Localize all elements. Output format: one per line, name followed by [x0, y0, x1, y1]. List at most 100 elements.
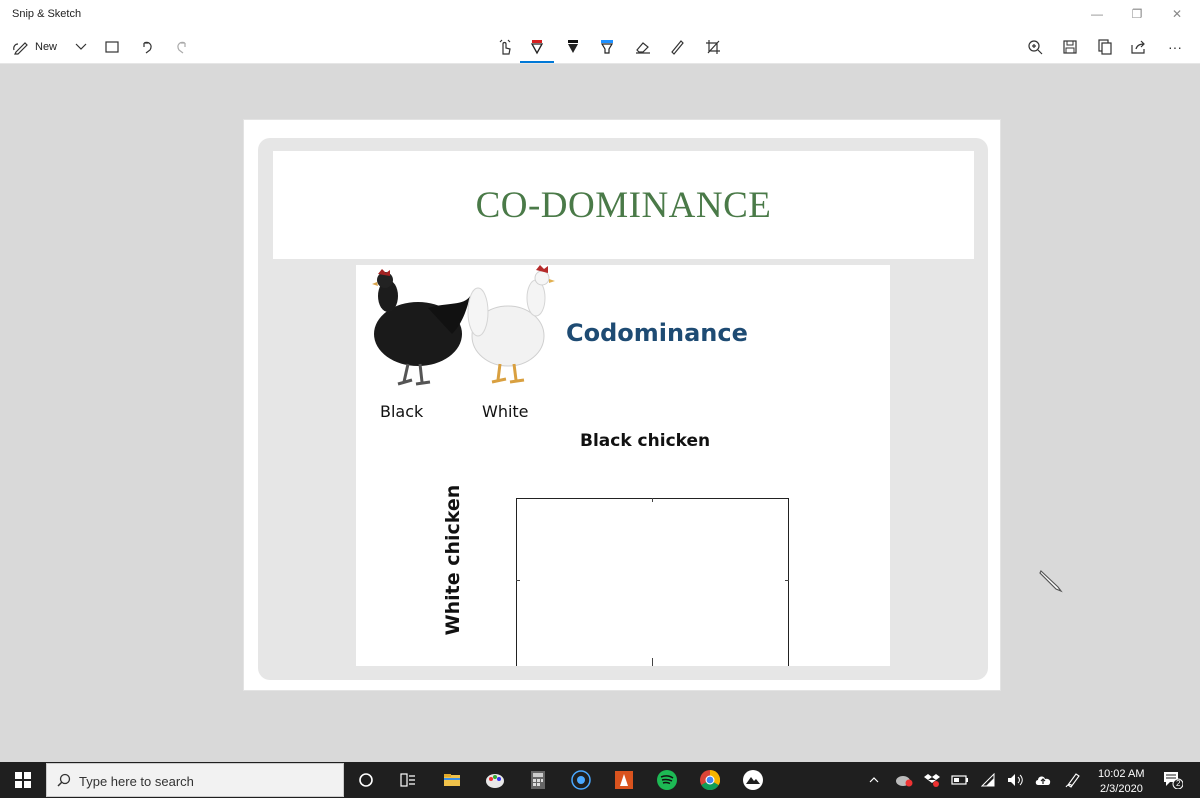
search-input[interactable]: Type here to search: [79, 774, 194, 789]
slide-title: CO-DOMINANCE: [475, 185, 772, 226]
redo-button[interactable]: [172, 34, 192, 60]
more-options-button[interactable]: ···: [1162, 34, 1188, 60]
black-label: Black: [380, 402, 424, 421]
antivirus-icon: [896, 776, 913, 787]
chrome-icon: [700, 770, 720, 790]
battery-icon: [951, 775, 968, 785]
volume-tray-button[interactable]: [1004, 767, 1026, 793]
file-explorer-icon: [444, 774, 460, 786]
clock-time: 10:02 AM: [1098, 768, 1145, 780]
minimize-button[interactable]: —: [1080, 3, 1114, 25]
vlc-button[interactable]: [611, 767, 637, 793]
taskbar-search-box[interactable]: Type here to search: [46, 763, 344, 797]
copy-button[interactable]: [1094, 34, 1116, 60]
calculator-button[interactable]: [525, 767, 551, 793]
new-snip-button[interactable]: New: [12, 34, 57, 60]
cortana-icon: [359, 773, 373, 787]
eraser-icon: [636, 42, 650, 54]
active-tool-indicator: [520, 61, 554, 63]
codominance-heading: Codominance: [566, 319, 748, 347]
media-icon: [571, 770, 591, 790]
pen-icon: [1065, 773, 1080, 788]
crop-icon: [706, 40, 720, 54]
photos-button[interactable]: [740, 767, 766, 793]
minimize-icon: —: [1091, 7, 1103, 21]
antivirus-tray-button[interactable]: [893, 767, 915, 793]
new-dropdown-button[interactable]: [72, 34, 90, 60]
paint-button[interactable]: [482, 767, 508, 793]
onedrive-icon: [1035, 776, 1051, 785]
title-bar: Snip & Sketch — ❐ ✕: [0, 0, 1200, 30]
undo-icon: [143, 41, 152, 54]
black-chicken-label: Black chicken: [580, 431, 711, 451]
media-player-button[interactable]: [568, 767, 594, 793]
save-icon: [1063, 40, 1077, 54]
chrome-button[interactable]: [697, 767, 723, 793]
onedrive-tray-button[interactable]: [1032, 767, 1054, 793]
cortana-button[interactable]: [353, 767, 379, 793]
volume-icon: [1008, 774, 1023, 786]
crop-button[interactable]: [702, 34, 724, 60]
start-button[interactable]: [0, 762, 46, 798]
battery-tray-button[interactable]: [949, 767, 971, 793]
search-icon: [57, 773, 71, 787]
task-view-icon: [400, 773, 415, 787]
snip-pencil-icon: [13, 42, 28, 55]
ballpoint-pen-button[interactable]: [526, 34, 548, 60]
highlighter-icon: [600, 40, 614, 54]
ballpoint-color-swatch: [532, 40, 542, 43]
zoom-button[interactable]: [1024, 34, 1046, 60]
chevron-down-icon: [75, 43, 87, 50]
task-view-button[interactable]: [395, 767, 421, 793]
share-button[interactable]: [1128, 34, 1150, 60]
taskbar: Type here to search 10:02 AM 2/3/2020 2: [0, 762, 1200, 798]
clock-date: 2/3/2020: [1100, 783, 1143, 795]
share-icon: [1131, 40, 1145, 54]
touch-writing-icon: [499, 39, 511, 55]
spotify-icon: [657, 770, 677, 790]
pencil-cursor-icon: [1039, 570, 1063, 593]
action-center-button[interactable]: 2: [1160, 767, 1186, 793]
app-title: Snip & Sketch: [12, 8, 82, 20]
chevron-up-icon: [869, 777, 879, 783]
wifi-tray-button[interactable]: [977, 767, 999, 793]
zoom-icon: [1028, 40, 1043, 55]
white-chicken-image: [467, 265, 555, 384]
dropbox-icon: [924, 774, 940, 787]
punnett-square: [516, 498, 789, 666]
notification-count: 2: [1176, 779, 1181, 788]
redo-icon: [177, 41, 186, 54]
copy-icon: [1098, 39, 1112, 55]
punnett-tick-right: [785, 580, 789, 581]
spotify-button[interactable]: [654, 767, 680, 793]
ruler-icon: [671, 40, 684, 55]
white-chicken-label: White chicken: [442, 484, 464, 636]
save-button[interactable]: [1059, 34, 1081, 60]
file-explorer-button[interactable]: [439, 767, 465, 793]
black-chicken-image: [372, 269, 470, 386]
highlighter-button[interactable]: [596, 34, 618, 60]
pencil-button[interactable]: [562, 34, 584, 60]
dropbox-tray-button[interactable]: [921, 767, 943, 793]
pencil-icon: [568, 40, 578, 53]
pen-tray-button[interactable]: [1062, 767, 1084, 793]
open-file-button[interactable]: [102, 34, 122, 60]
paint-icon: [486, 774, 504, 788]
windows-logo-icon: [15, 772, 31, 788]
close-icon: ✕: [1171, 7, 1183, 21]
show-hidden-icons-button[interactable]: [864, 767, 884, 793]
eraser-button[interactable]: [632, 34, 654, 60]
more-icon: ···: [1168, 39, 1182, 55]
restore-button[interactable]: ❐: [1120, 3, 1154, 25]
open-file-icon: [105, 41, 119, 53]
ruler-button[interactable]: [666, 34, 688, 60]
close-button[interactable]: ✕: [1160, 3, 1194, 25]
ballpoint-pen-icon: [530, 40, 544, 55]
calculator-icon: [531, 771, 545, 789]
undo-button[interactable]: [137, 34, 157, 60]
white-label: White: [482, 402, 529, 421]
restore-icon: ❐: [1131, 7, 1143, 21]
touch-writing-button[interactable]: [494, 34, 516, 60]
new-label: New: [35, 41, 58, 53]
punnett-tick-top: [652, 498, 653, 502]
